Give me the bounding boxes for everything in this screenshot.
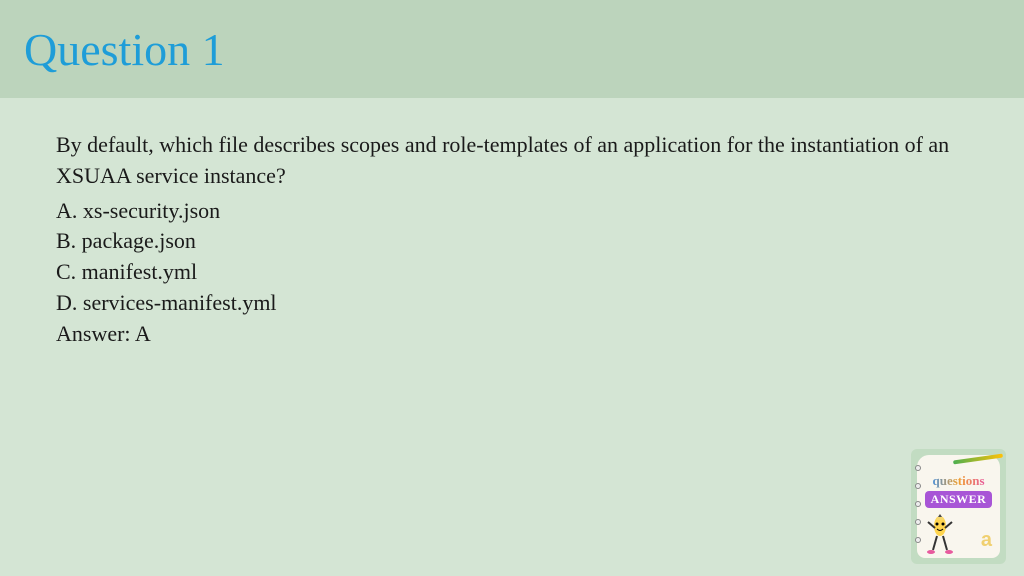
- option-a: A. xs-security.json: [56, 196, 968, 227]
- spiral-binding-icon: [915, 465, 921, 543]
- badge-questions-label: questions: [932, 473, 984, 489]
- pencil-character-icon: [925, 514, 955, 554]
- badge-paper: questions ANSWER a: [917, 455, 1000, 558]
- question-prompt: By default, which file describes scopes …: [56, 130, 968, 192]
- option-d: D. services-manifest.yml: [56, 288, 968, 319]
- option-c: C. manifest.yml: [56, 257, 968, 288]
- badge-answer-label: ANSWER: [925, 491, 993, 508]
- option-b: B. package.json: [56, 226, 968, 257]
- answer-line: Answer: A: [56, 319, 968, 350]
- content-area: By default, which file describes scopes …: [0, 98, 1024, 382]
- badge-icon: questions ANSWER a: [911, 449, 1006, 564]
- badge-letter: a: [981, 529, 992, 552]
- question-title: Question 1: [24, 23, 225, 76]
- header-bar: Question 1: [0, 0, 1024, 98]
